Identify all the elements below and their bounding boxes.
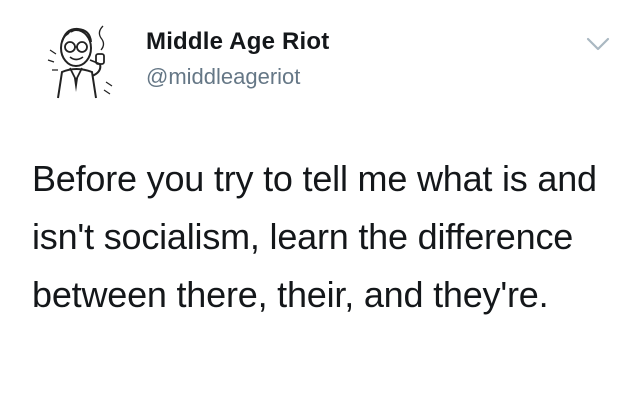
tweet-header: Middle Age Riot @middleageriot bbox=[0, 0, 640, 110]
display-name[interactable]: Middle Age Riot bbox=[146, 28, 329, 56]
avatar[interactable] bbox=[40, 20, 120, 100]
chevron-down-icon[interactable] bbox=[584, 34, 612, 54]
user-handle[interactable]: @middleageriot bbox=[146, 64, 300, 90]
tweet-text: Before you try to tell me what is and is… bbox=[32, 158, 597, 315]
avatar-icon bbox=[47, 25, 113, 99]
